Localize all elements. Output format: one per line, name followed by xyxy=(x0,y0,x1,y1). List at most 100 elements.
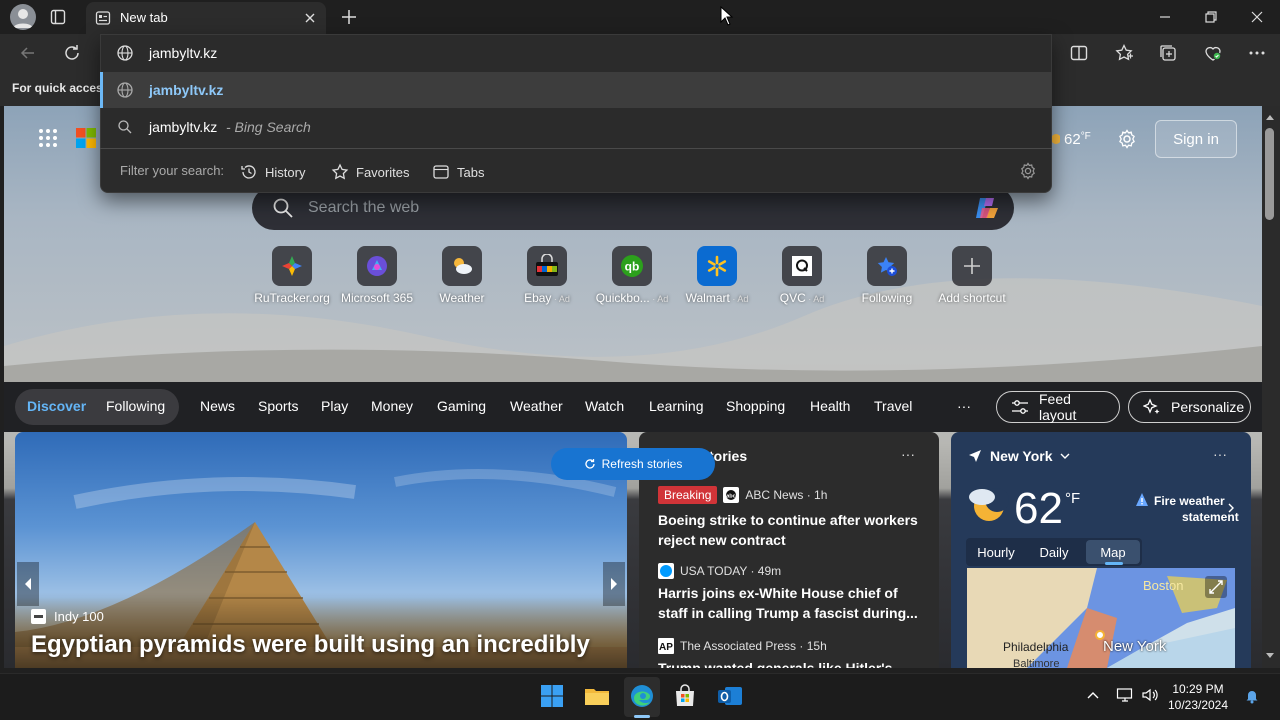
browser-essentials-icon[interactable] xyxy=(1203,43,1223,63)
weather-more-icon[interactable]: ··· xyxy=(1213,446,1227,462)
new-tab-favicon-icon xyxy=(95,10,111,26)
refresh-stories-button[interactable]: Refresh stories xyxy=(551,448,715,480)
microsoft-store-icon[interactable] xyxy=(673,684,697,708)
filter-history-button[interactable]: History xyxy=(240,163,305,181)
address-bar[interactable]: jambyltv.kz xyxy=(100,34,1052,72)
filter-tabs-button[interactable]: Tabs xyxy=(432,163,484,181)
tab-new-tab[interactable]: New tab xyxy=(86,2,326,34)
clock-time: 10:29 PM xyxy=(1172,682,1224,696)
tab-shopping[interactable]: Shopping xyxy=(726,398,785,414)
outlook-icon[interactable] xyxy=(717,684,742,708)
close-tab-icon[interactable] xyxy=(302,10,318,26)
profile-avatar[interactable] xyxy=(10,4,36,30)
active-tab-indicator xyxy=(1105,562,1123,565)
weather-temperature: 62 xyxy=(1014,484,1063,533)
shortcut-label: RuTracker.org xyxy=(254,291,330,305)
shortcut-label: QVC xyxy=(779,291,806,305)
scroll-down-icon[interactable] xyxy=(1264,651,1276,661)
favorites-star-icon[interactable] xyxy=(1114,43,1134,63)
volume-icon[interactable] xyxy=(1141,687,1159,703)
tab-health[interactable]: Health xyxy=(810,398,850,414)
hero-previous-button[interactable] xyxy=(17,562,39,606)
minimize-icon[interactable] xyxy=(1156,8,1174,26)
tab-travel[interactable]: Travel xyxy=(874,398,912,414)
tab-news[interactable]: News xyxy=(200,398,235,414)
ad-badge: · Ad xyxy=(729,294,749,304)
story-1-headline[interactable]: Boeing strike to continue after workers … xyxy=(658,510,918,550)
tab-watch[interactable]: Watch xyxy=(585,398,624,414)
location-chevron-down-icon[interactable] xyxy=(1059,451,1071,461)
copilot-icon[interactable] xyxy=(972,194,1002,222)
sign-in-button[interactable]: Sign in xyxy=(1155,120,1237,158)
expand-map-icon[interactable] xyxy=(1205,576,1227,598)
shortcut-weather[interactable]: Weather xyxy=(417,246,507,310)
following-icon xyxy=(867,246,907,286)
tab-gaming[interactable]: Gaming xyxy=(437,398,486,414)
page-settings-gear-icon[interactable] xyxy=(1117,129,1137,149)
suggestion-bing-search[interactable]: jambyltv.kz - Bing Search xyxy=(100,108,1052,146)
edge-browser-icon[interactable] xyxy=(630,684,654,708)
feed-more-button[interactable]: ··· xyxy=(957,398,971,414)
tab-money[interactable]: Money xyxy=(371,398,413,414)
search-placeholder: Search the web xyxy=(308,199,420,216)
filter-favorites-button[interactable]: Favorites xyxy=(331,163,409,181)
shortcut-following[interactable]: Following xyxy=(842,246,932,310)
refresh-icon[interactable] xyxy=(62,43,82,63)
add-shortcut-button[interactable]: Add shortcut xyxy=(927,246,1017,310)
windows-start-icon[interactable] xyxy=(540,684,564,708)
stories-more-icon[interactable]: ··· xyxy=(901,446,915,462)
weather-alert-line1[interactable]: Fire weather xyxy=(1154,494,1225,508)
tabs-icon xyxy=(432,163,450,181)
address-input-value[interactable]: jambyltv.kz xyxy=(149,45,217,61)
network-icon[interactable] xyxy=(1116,687,1134,703)
header-weather[interactable]: 62°F xyxy=(1064,131,1091,148)
system-clock[interactable]: 10:29 PM 10/23/2024 xyxy=(1160,681,1236,713)
close-window-icon[interactable] xyxy=(1248,8,1266,26)
split-screen-icon[interactable] xyxy=(1069,43,1089,63)
tab-sports[interactable]: Sports xyxy=(258,398,298,414)
more-menu-icon[interactable] xyxy=(1247,43,1267,63)
weather-tab-daily[interactable]: Daily xyxy=(1030,540,1078,564)
shortcut-quickbooks[interactable]: qb Quickbo... · Ad xyxy=(587,246,677,310)
chevron-up-icon[interactable] xyxy=(1086,688,1100,702)
weather-tab-hourly[interactable]: Hourly xyxy=(970,540,1022,564)
weather-map[interactable]: Boston Philadelphia New York Baltimore xyxy=(967,568,1235,668)
shortcut-microsoft-365[interactable]: Microsoft 365 xyxy=(332,246,422,310)
scrollbar-thumb[interactable] xyxy=(1265,128,1274,220)
shortcut-label: Add shortcut xyxy=(938,291,1006,305)
tab-weather[interactable]: Weather xyxy=(510,398,563,414)
fire-alert-icon xyxy=(1134,492,1150,508)
shortcut-qvc[interactable]: QVC · Ad xyxy=(757,246,847,310)
alert-chevron-right-icon[interactable] xyxy=(1227,502,1235,514)
story-3-headline[interactable]: Trump wanted generals like Hitler's and xyxy=(658,658,918,668)
search-settings-gear-icon[interactable] xyxy=(1019,162,1037,180)
notification-bell-icon[interactable] xyxy=(1244,688,1260,704)
restore-icon[interactable] xyxy=(1202,8,1220,26)
tab-discover[interactable]: Discover xyxy=(27,398,86,414)
tab-following[interactable]: Following xyxy=(106,398,165,414)
shortcut-label: Walmart xyxy=(685,291,730,305)
suggestion-url[interactable]: jambyltv.kz xyxy=(100,72,1052,108)
feed-layout-button[interactable]: Feed layout xyxy=(996,391,1120,423)
personalize-button[interactable]: Personalize xyxy=(1128,391,1251,423)
scroll-up-icon[interactable] xyxy=(1264,112,1276,122)
file-explorer-icon[interactable] xyxy=(584,684,609,708)
story-source-name: USA TODAY · 49m xyxy=(680,564,782,578)
tab-actions-icon[interactable] xyxy=(50,9,66,25)
story-2-headline[interactable]: Harris joins ex-White House chief of sta… xyxy=(658,583,918,623)
hero-next-button[interactable] xyxy=(603,562,625,606)
collections-icon[interactable] xyxy=(1158,43,1178,63)
globe-icon xyxy=(116,44,134,62)
shortcut-rutracker[interactable]: RuTracker.org xyxy=(247,246,337,310)
search-icon xyxy=(272,197,294,219)
weather-location[interactable]: New York xyxy=(990,448,1053,464)
shortcut-walmart[interactable]: Walmart · Ad xyxy=(672,246,762,310)
app-launcher-icon[interactable] xyxy=(38,128,58,148)
tab-learning[interactable]: Learning xyxy=(649,398,704,414)
new-tab-plus-icon[interactable] xyxy=(340,8,358,26)
weather-tab-map[interactable]: Map xyxy=(1086,540,1140,564)
hero-headline[interactable]: Egyptian pyramids were built using an in… xyxy=(31,631,590,659)
back-icon[interactable] xyxy=(18,43,38,63)
tab-play[interactable]: Play xyxy=(321,398,348,414)
shortcut-ebay[interactable]: Ebay · Ad xyxy=(502,246,592,310)
